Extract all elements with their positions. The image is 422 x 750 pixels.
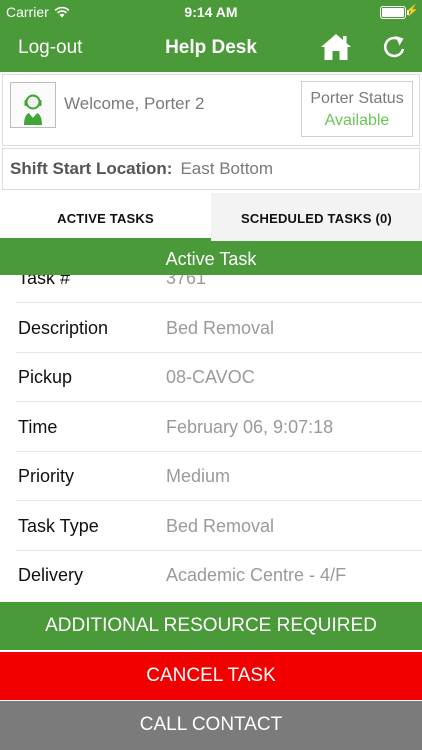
logout-button[interactable]: Log-out — [18, 37, 82, 59]
porter-status-box[interactable]: Porter Status Available — [301, 81, 413, 137]
description-value: Bed Removal — [166, 318, 275, 338]
home-icon[interactable] — [320, 32, 352, 62]
refresh-icon[interactable] — [380, 33, 408, 61]
list-item: Task Type Bed Removal — [0, 502, 422, 551]
app-header: Carrier 9:14 AM ⚡ Log-out Help Desk — [0, 0, 422, 72]
welcome-card: Welcome, Porter 2 Porter Status Availabl… — [2, 74, 420, 146]
pickup-label: Pickup — [18, 367, 73, 387]
porter-status-label: Porter Status — [310, 90, 404, 107]
task-type-value: Bed Removal — [166, 516, 275, 536]
cancel-task-button[interactable]: CANCEL TASK — [0, 652, 422, 700]
list-item: Priority Medium — [0, 452, 422, 501]
shift-location: Shift Start Location: East Bottom — [2, 148, 420, 190]
divider — [16, 500, 422, 501]
list-item: Pickup 08-CAVOC — [0, 353, 422, 402]
shift-location-label: Shift Start Location: — [10, 159, 173, 178]
shift-location-value: East Bottom — [180, 159, 274, 178]
nav-bar: Log-out Help Desk — [0, 24, 422, 72]
status-time: 9:14 AM — [184, 4, 238, 20]
welcome-message: Welcome, Porter 2 — [64, 94, 205, 113]
list-item: Description Bed Removal — [0, 304, 422, 353]
delivery-value: Academic Centre - 4/F — [166, 565, 347, 585]
tab-scheduled-tasks[interactable]: SCHEDULED TASKS (0) — [211, 193, 422, 241]
delivery-label: Delivery — [18, 565, 84, 585]
divider — [16, 302, 422, 303]
status-bar: Carrier 9:14 AM ⚡ — [0, 0, 422, 24]
time-value: February 06, 9:07:18 — [166, 417, 334, 437]
call-contact-button[interactable]: CALL CONTACT — [0, 701, 422, 750]
tab-active-tasks[interactable]: ACTIVE TASKS — [0, 193, 211, 241]
priority-label: Priority — [18, 466, 75, 486]
list-item: Time February 06, 9:07:18 — [0, 403, 422, 452]
time-label: Time — [18, 417, 58, 437]
task-number-value: 3761 — [166, 275, 207, 288]
task-number-label: Task # — [18, 275, 71, 288]
person-avatar-icon — [10, 82, 56, 128]
additional-resource-button[interactable]: ADDITIONAL RESOURCE REQUIRED — [0, 602, 422, 650]
task-tabs: ACTIVE TASKS SCHEDULED TASKS (0) — [0, 193, 422, 241]
task-details-list[interactable]: Task # 3761 Description Bed Removal Pick… — [0, 275, 422, 602]
pickup-value: 08-CAVOC — [166, 367, 255, 387]
description-label: Description — [18, 318, 109, 338]
priority-value: Medium — [166, 466, 231, 486]
charging-icon: ⚡ — [405, 5, 419, 17]
list-item: Delivery Academic Centre - 4/F — [0, 551, 422, 600]
active-task-header: Active Task — [0, 241, 422, 275]
divider — [16, 401, 422, 402]
porter-status-value: Available — [324, 112, 390, 129]
task-type-label: Task Type — [18, 516, 99, 536]
list-item: Task # 3761 — [0, 275, 422, 303]
